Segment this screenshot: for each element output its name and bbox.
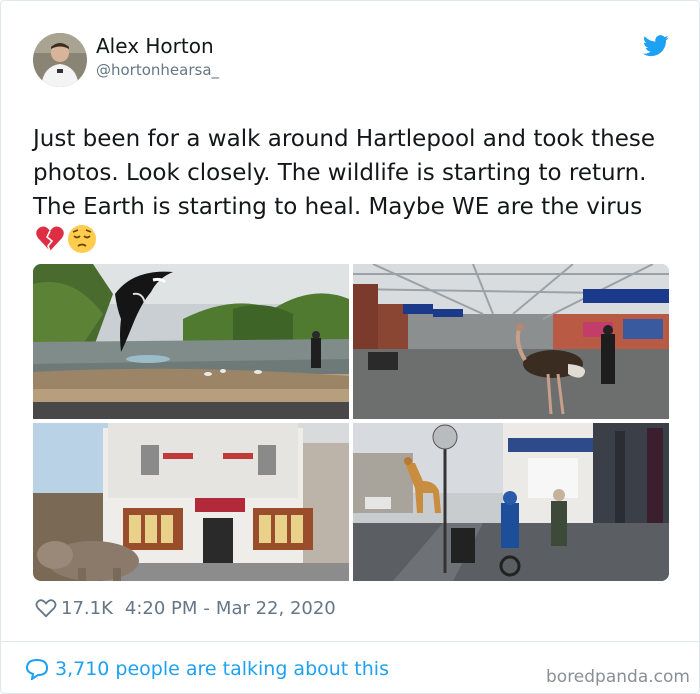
conversation-text[interactable]: 3,710 people are talking about this (55, 658, 389, 680)
watermark: boredpanda.com (546, 667, 690, 687)
broken-heart-icon (36, 226, 64, 252)
like-count[interactable]: 17.1K (61, 598, 113, 619)
conversation-link[interactable]: 3,710 people are talking about this (25, 658, 389, 680)
park-orca-image (33, 264, 349, 419)
photo-park-orca[interactable] (33, 264, 349, 419)
pensive-face-icon (68, 225, 96, 253)
tweet-card[interactable]: Alex Horton @hortonhearsa_ Just been for… (0, 0, 700, 694)
tweet-meta: 17.1K 4:20 PM - Mar 22, 2020 (35, 595, 336, 621)
avatar-image (33, 33, 87, 87)
tweet-time[interactable]: 4:20 PM (125, 598, 198, 619)
avatar[interactable] (33, 33, 87, 87)
twitter-bird-icon[interactable] (643, 35, 669, 57)
street-giraffe-image (353, 423, 669, 581)
speech-bubble-icon (25, 658, 49, 680)
photo-street-giraffe[interactable] (353, 423, 669, 581)
photo-pub-hippo[interactable] (33, 423, 349, 581)
author-name[interactable]: Alex Horton (96, 34, 214, 58)
tweet-text: Just been for a walk around Hartlepool a… (33, 122, 673, 259)
photo-station-ostrich[interactable] (353, 264, 669, 419)
date-separator: - (203, 597, 210, 619)
heart-icon[interactable] (35, 598, 57, 618)
pub-hippo-image (33, 423, 349, 581)
station-ostrich-image (353, 264, 669, 419)
tweet-date[interactable]: Mar 22, 2020 (216, 598, 336, 619)
author-handle[interactable]: @hortonhearsa_ (96, 61, 219, 79)
tweet-text-body: Just been for a walk around Hartlepool a… (33, 126, 656, 220)
divider (1, 641, 700, 642)
